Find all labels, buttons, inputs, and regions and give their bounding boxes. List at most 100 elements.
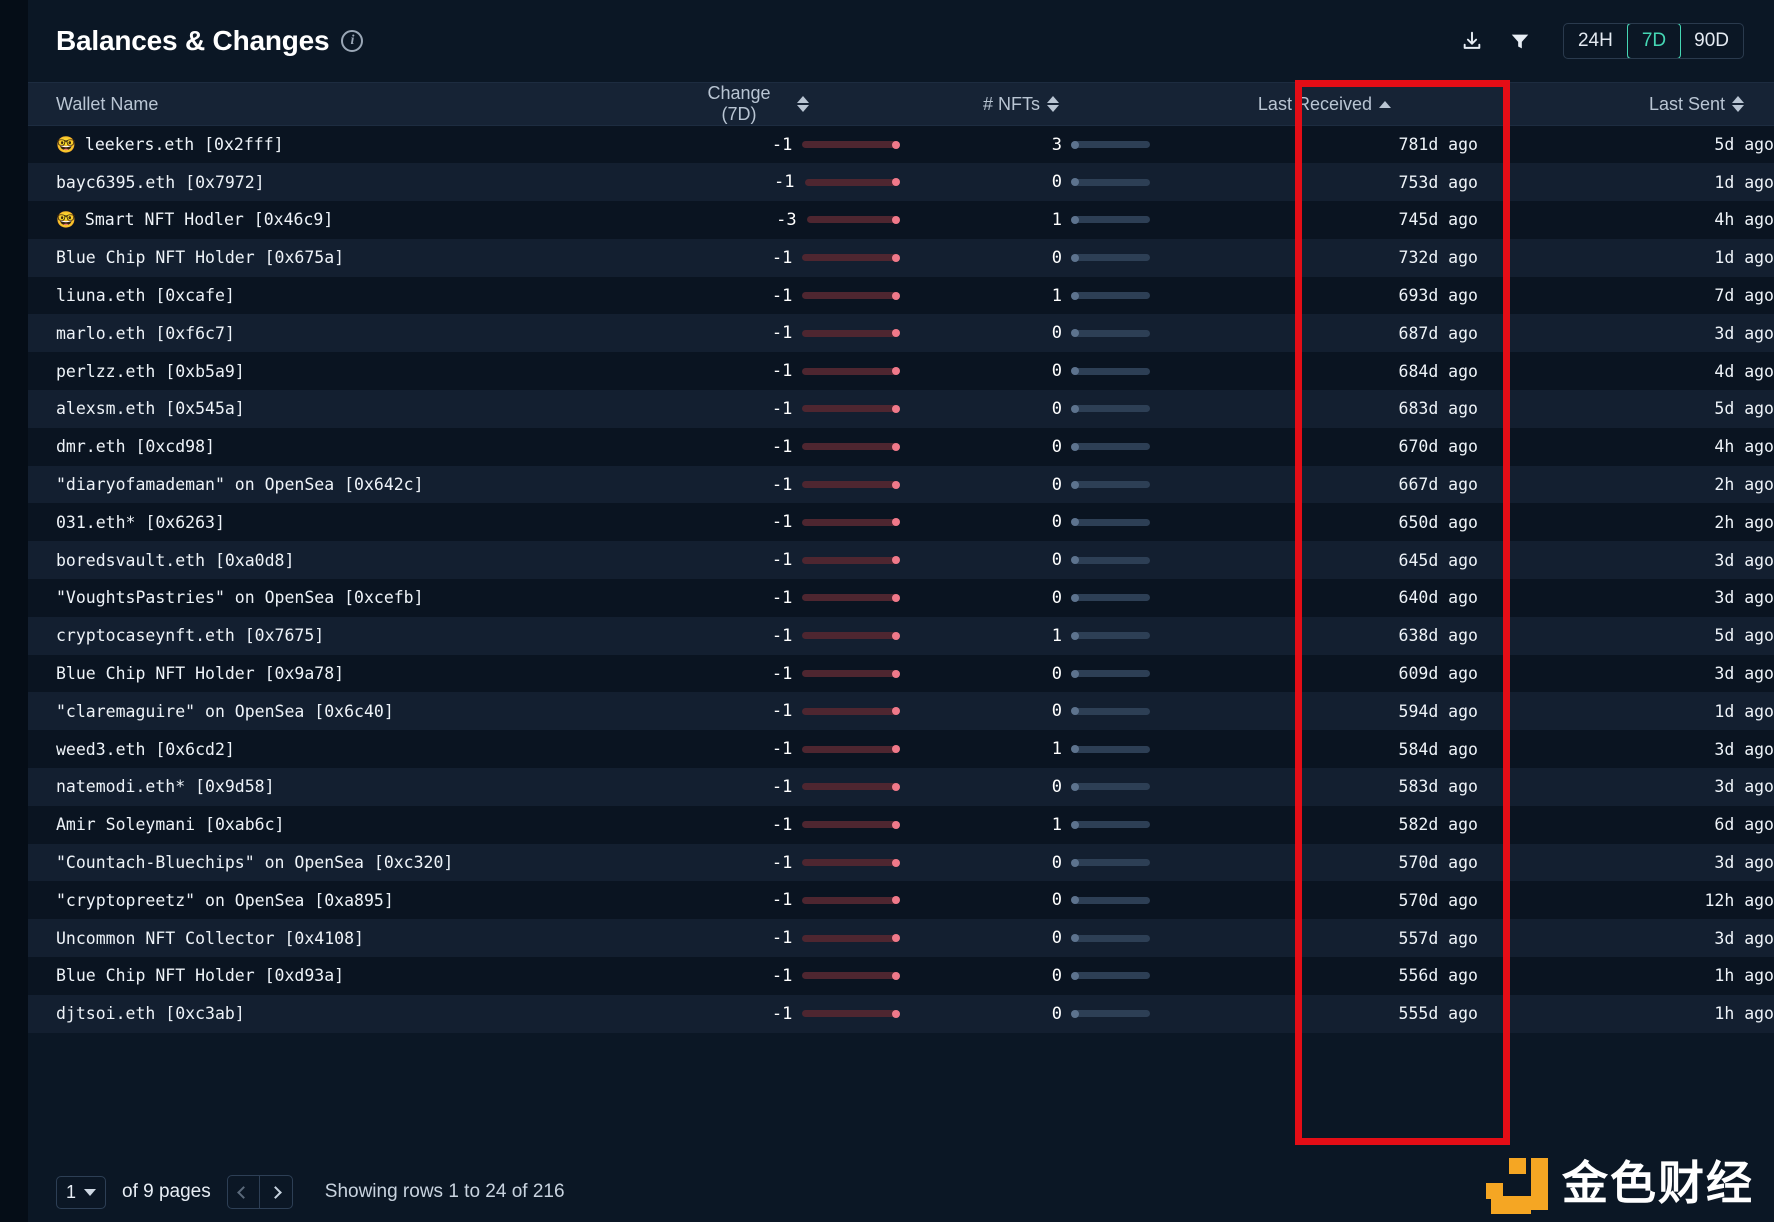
- table-row[interactable]: Uncommon NFT Collector [0x4108] -1 0 557d a…: [28, 919, 1774, 958]
- nfts-bar: [1071, 404, 1150, 413]
- previous-page-button[interactable]: [228, 1176, 260, 1208]
- sort-icon-nfts[interactable]: [1047, 96, 1059, 112]
- table-row[interactable]: liuna.eth [0xcafe] -1 1 693d ago 7d ago: [28, 276, 1774, 315]
- cell-change: -1: [688, 466, 928, 504]
- table-row[interactable]: marlo.eth [0xf6c7] -1 0 687d ago 3d ago: [28, 314, 1774, 353]
- change-value: -1: [771, 776, 793, 797]
- change-value: -3: [776, 209, 797, 230]
- table-row[interactable]: Blue Chip NFT Holder [0x675a] -1 0 732d ago…: [28, 238, 1774, 277]
- cell-last-received: 667d ago: [1178, 466, 1478, 504]
- nerd-face-icon: 🤓: [56, 209, 76, 229]
- col-header-last-sent[interactable]: Last Sent: [1478, 82, 1774, 126]
- change-bar: [802, 971, 900, 980]
- last-sent-value: 4h ago: [1714, 210, 1774, 230]
- change-bar: [802, 707, 900, 716]
- nfts-value: 0: [1051, 550, 1062, 571]
- time-range-group: 24H 7D 90D: [1562, 22, 1744, 60]
- table-row[interactable]: Blue Chip NFT Holder [0xd93a] -1 0 556d ago…: [28, 957, 1774, 995]
- table-row[interactable]: Blue Chip NFT Holder [0x9a78] -1 0 609d ago…: [28, 654, 1774, 693]
- table-row[interactable]: natemodi.eth* [0x9d58] -1 0 583d ago 3d ago: [28, 768, 1774, 806]
- table-row[interactable]: boredsvault.eth [0xa0d8] -1 0 645d ago 3d ag…: [28, 541, 1774, 580]
- nfts-value: 0: [1051, 1003, 1062, 1024]
- nfts-value: 1: [1051, 209, 1062, 230]
- nfts-value: 1: [1051, 625, 1062, 646]
- change-bar-dot: [892, 707, 900, 716]
- cell-wallet-name: 🤓 leekers.eth [0x2fff]: [28, 126, 688, 164]
- col-header-wallet-name[interactable]: Wallet Name: [28, 82, 688, 126]
- last-received-value: 570d ago: [1398, 853, 1478, 873]
- wallet-name-label: marlo.eth [0xf6c7]: [56, 323, 235, 343]
- cell-last-sent: 6d ago: [1478, 806, 1774, 844]
- table-row[interactable]: Amir Soleymani [0xab6c] -1 1 582d ago 6d ago: [28, 805, 1774, 844]
- next-page-button[interactable]: [260, 1176, 292, 1208]
- nfts-bar-dot: [1071, 480, 1079, 489]
- change-value: -1: [771, 890, 793, 911]
- table-body: 🤓 leekers.eth [0x2fff] -1 3 781d ago 5d ago ba…: [28, 125, 1774, 1033]
- col-label-last-sent: Last Sent: [1648, 93, 1725, 114]
- change-bar: [802, 253, 900, 262]
- table-row[interactable]: djtsoi.eth [0xc3ab] -1 0 555d ago 1h ago: [28, 994, 1774, 1033]
- sort-icon-last-sent[interactable]: [1732, 96, 1744, 112]
- info-icon[interactable]: i: [341, 30, 364, 52]
- table-row[interactable]: alexsm.eth [0x545a] -1 0 683d ago 5d ago: [28, 390, 1774, 428]
- nfts-bar-dot: [1071, 367, 1079, 376]
- cell-change: -1: [688, 881, 928, 919]
- filter-icon[interactable]: [1507, 28, 1533, 54]
- nfts-bar-dot: [1071, 707, 1079, 716]
- change-bar: [802, 1009, 900, 1018]
- cell-nfts: 0: [928, 163, 1178, 201]
- nfts-bar-dot: [1071, 934, 1079, 943]
- watermark-logo-icon: [1486, 1152, 1548, 1214]
- table-row[interactable]: "Countach-Bluechips" on OpenSea [0xc320]…: [28, 843, 1774, 882]
- table-row[interactable]: dmr.eth [0xcd98] -1 0 670d ago 4h ago: [28, 427, 1774, 466]
- change-value: -1: [771, 965, 793, 986]
- range-90d[interactable]: 90D: [1680, 24, 1743, 59]
- cell-wallet-name: natemodi.eth* [0x9d58]: [28, 768, 688, 806]
- table-row[interactable]: "VoughtsPastries" on OpenSea [0xcefb] -1 0…: [28, 579, 1774, 617]
- table-row[interactable]: 031.eth* [0x6263] -1 0 650d ago 2h ago: [28, 503, 1774, 542]
- cell-wallet-name: "claremaguire" on OpenSea [0x6c40]: [28, 692, 688, 730]
- col-header-last-received[interactable]: Last Received: [1178, 82, 1478, 126]
- cell-wallet-name: "VoughtsPastries" on OpenSea [0xcefb]: [28, 579, 688, 617]
- balances-table: Wallet Name Change (7D) # NFTs Last Rece…: [28, 82, 1774, 1033]
- table-row[interactable]: weed3.eth [0x6cd2] -1 1 584d ago 3d ago: [28, 730, 1774, 769]
- table-row[interactable]: perlzz.eth [0xb5a9] -1 0 684d ago 4d ago: [28, 352, 1774, 391]
- last-received-value: 687d ago: [1398, 323, 1478, 343]
- cell-wallet-name: weed3.eth [0x6cd2]: [28, 730, 688, 768]
- table-row[interactable]: "cryptopreetz" on OpenSea [0xa895] -1 0 570…: [28, 881, 1774, 920]
- change-value: -1: [771, 625, 793, 646]
- change-value: -1: [771, 739, 793, 760]
- last-received-value: 732d ago: [1398, 248, 1478, 268]
- change-bar-dot: [892, 367, 900, 376]
- range-24h[interactable]: 24H: [1564, 23, 1628, 59]
- table-row[interactable]: 🤓 leekers.eth [0x2fff] -1 3 781d ago 5d ago: [28, 125, 1774, 164]
- cell-wallet-name: alexsm.eth [0x545a]: [28, 390, 688, 428]
- range-7d[interactable]: 7D: [1626, 23, 1682, 59]
- table-row[interactable]: "diaryofamademan" on OpenSea [0x642c] -1 0…: [28, 465, 1774, 504]
- cell-last-sent: 3d ago: [1478, 655, 1774, 693]
- table-row[interactable]: "claremaguire" on OpenSea [0x6c40] -1 0 594…: [28, 692, 1774, 731]
- change-value: -1: [771, 474, 793, 495]
- col-header-change[interactable]: Change (7D): [688, 82, 928, 126]
- last-received-value: 594d ago: [1398, 701, 1478, 721]
- wallet-name-label: Uncommon NFT Collector [0x4108]: [56, 928, 364, 948]
- col-header-nfts[interactable]: # NFTs: [928, 82, 1178, 126]
- wallet-name-label: liuna.eth [0xcafe]: [56, 286, 235, 306]
- page-number-select[interactable]: 1: [56, 1175, 107, 1209]
- nfts-bar: [1071, 593, 1150, 602]
- last-sent-value: 1d ago: [1714, 172, 1774, 192]
- table-row[interactable]: 🤓 Smart NFT Hodler [0x46c9] -3 1 745d ago 4h …: [28, 201, 1774, 239]
- sort-icon-last-received[interactable]: [1379, 100, 1391, 108]
- last-received-value: 693d ago: [1398, 286, 1478, 306]
- sort-icon-change[interactable]: [797, 96, 809, 112]
- last-received-value: 638d ago: [1398, 626, 1478, 646]
- cell-last-sent: 7d ago: [1478, 277, 1774, 315]
- cell-last-received: 583d ago: [1178, 768, 1478, 806]
- cell-last-sent: 1d ago: [1478, 239, 1774, 277]
- download-icon[interactable]: [1459, 28, 1485, 54]
- table-row[interactable]: bayc6395.eth [0x7972] -1 0 753d ago 1d ago: [28, 163, 1774, 202]
- cell-nfts: 3: [928, 126, 1178, 164]
- change-bar-dot: [892, 745, 900, 754]
- table-row[interactable]: cryptocaseynft.eth [0x7675] -1 1 638d ago 5d…: [28, 616, 1774, 655]
- cell-wallet-name: marlo.eth [0xf6c7]: [28, 314, 688, 352]
